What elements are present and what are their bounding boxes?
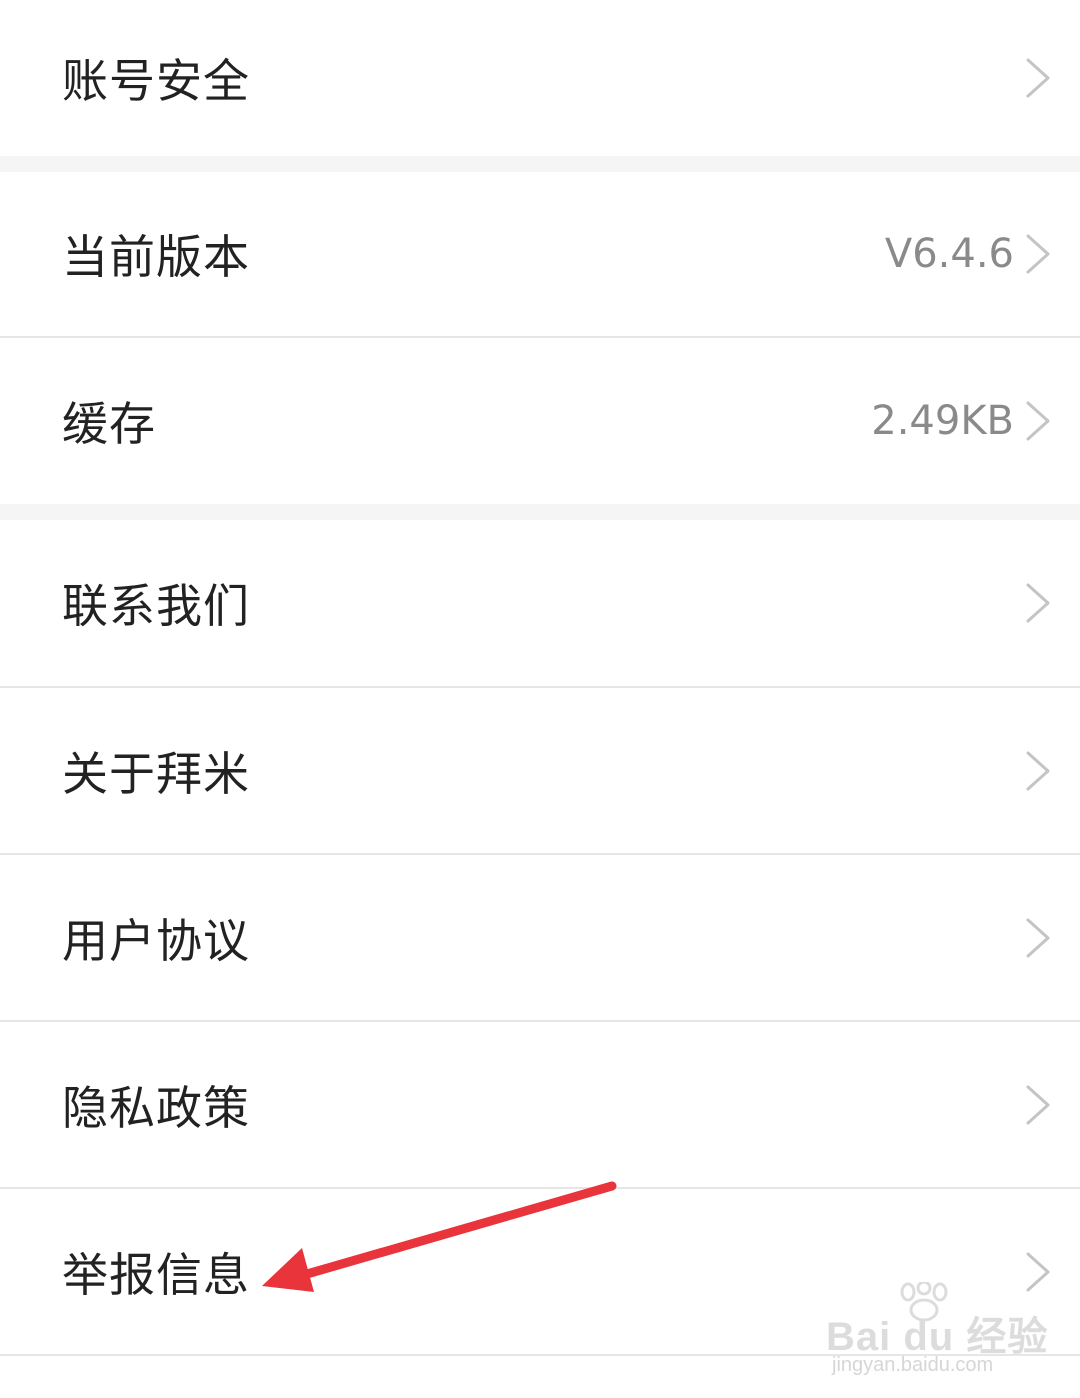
settings-item-label: 账号安全 — [62, 54, 250, 108]
chevron-right-icon — [1026, 58, 1050, 98]
settings-item-contact-us[interactable]: 联系我们 — [0, 520, 1080, 686]
settings-item-label: 当前版本 — [62, 230, 250, 284]
settings-page: 账号安全 当前版本 V6.4.6 缓存 2.49KB 联系我们 关于拜米 用户协 — [0, 0, 1080, 1398]
settings-item-about[interactable]: 关于拜米 — [0, 688, 1080, 853]
settings-item-label: 关于拜米 — [62, 746, 250, 801]
settings-item-current-version[interactable]: 当前版本 V6.4.6 — [0, 172, 1080, 336]
baidu-watermark: Bai du 经验 jingyan.baidu.com — [826, 1282, 1047, 1382]
chevron-right-icon — [1026, 1252, 1050, 1291]
chevron-right-icon — [1026, 583, 1050, 623]
settings-item-label: 缓存 — [62, 397, 156, 451]
cache-size-value: 2.49KB — [871, 398, 1014, 444]
chevron-right-icon — [1026, 751, 1050, 790]
settings-item-account-security[interactable]: 账号安全 — [0, 0, 1080, 156]
settings-item-label: 用户协议 — [62, 913, 250, 968]
settings-item-cache[interactable]: 缓存 2.49KB — [0, 338, 1080, 504]
version-value: V6.4.6 — [884, 231, 1014, 277]
settings-item-user-agreement[interactable]: 用户协议 — [0, 855, 1080, 1020]
watermark-url: jingyan.baidu.com — [832, 1354, 994, 1376]
chevron-right-icon — [1026, 401, 1050, 441]
chevron-right-icon — [1026, 234, 1050, 274]
settings-item-label: 隐私政策 — [62, 1080, 250, 1135]
chevron-right-icon — [1026, 918, 1050, 957]
chevron-right-icon — [1026, 1085, 1050, 1124]
settings-item-label: 联系我们 — [62, 579, 250, 633]
settings-item-privacy-policy[interactable]: 隐私政策 — [0, 1022, 1080, 1187]
settings-item-label: 举报信息 — [62, 1247, 250, 1302]
